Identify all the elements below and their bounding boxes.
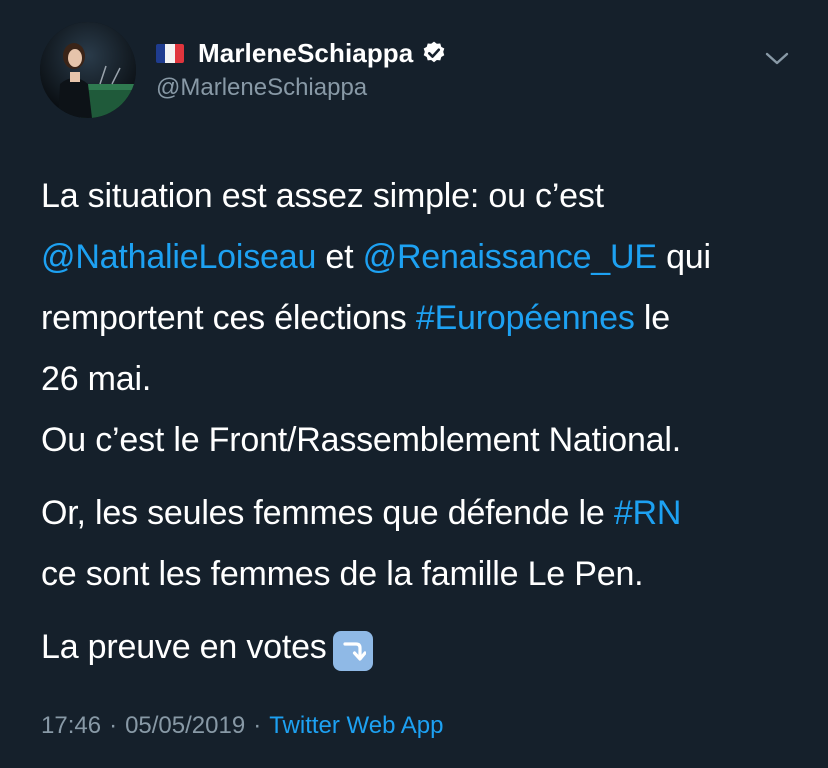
- text-segment: La situation est assez simple: ou c’est: [41, 177, 604, 215]
- french-flag-icon: [156, 43, 184, 63]
- tweet-source-link[interactable]: Twitter Web App: [269, 712, 443, 740]
- avatar[interactable]: [40, 22, 136, 118]
- text-segment: 26 mai.: [41, 360, 152, 398]
- meta-separator: ·: [253, 712, 262, 739]
- tweet-paragraph-3: La preuve en votes: [41, 617, 801, 678]
- tweet-meta: 17:46 · 05/05/2019 · Twitter Web App: [41, 712, 444, 740]
- chevron-down-icon[interactable]: [762, 44, 792, 74]
- arrow-down-right-icon: [332, 631, 373, 671]
- tweet-paragraph-1: La situation est assez simple: ou c’est …: [41, 166, 801, 471]
- author-name-row[interactable]: MarleneSchiappa: [156, 36, 447, 70]
- author-handle[interactable]: @MarleneSchiappa: [156, 74, 447, 102]
- author-block: MarleneSchiappa @MarleneSchiappa: [156, 36, 447, 102]
- tweet-text: La situation est assez simple: ou c’est …: [41, 166, 801, 678]
- tweet-card: MarleneSchiappa @MarleneSchiappa La situ…: [0, 0, 828, 768]
- verified-badge-icon: [421, 40, 447, 66]
- tweet-time[interactable]: 17:46: [41, 712, 101, 740]
- text-segment: La preuve en votes: [41, 628, 327, 666]
- text-segment: Ou c’est le Front/Rassemblement National…: [41, 421, 681, 459]
- text-segment: Or, les seules femmes que défende le: [41, 494, 614, 532]
- display-name[interactable]: MarleneSchiappa: [198, 38, 413, 69]
- text-segment: ce sont les femmes de la famille Le Pen.: [41, 555, 644, 593]
- mention-link[interactable]: @Renaissance_UE: [363, 238, 657, 276]
- tweet-paragraph-2: Or, les seules femmes que défende le #RN…: [41, 483, 801, 605]
- text-segment: qui: [656, 238, 711, 276]
- hashtag-link[interactable]: #Européennes: [416, 299, 635, 337]
- hashtag-link[interactable]: #RN: [614, 494, 682, 532]
- avatar-photo: [40, 22, 136, 118]
- text-segment: remportent ces élections: [41, 299, 416, 337]
- mention-link[interactable]: @NathalieLoiseau: [41, 238, 316, 276]
- text-segment: et: [316, 238, 363, 276]
- meta-separator: ·: [109, 712, 118, 739]
- text-segment: le: [634, 299, 670, 337]
- tweet-date[interactable]: 05/05/2019: [125, 712, 245, 740]
